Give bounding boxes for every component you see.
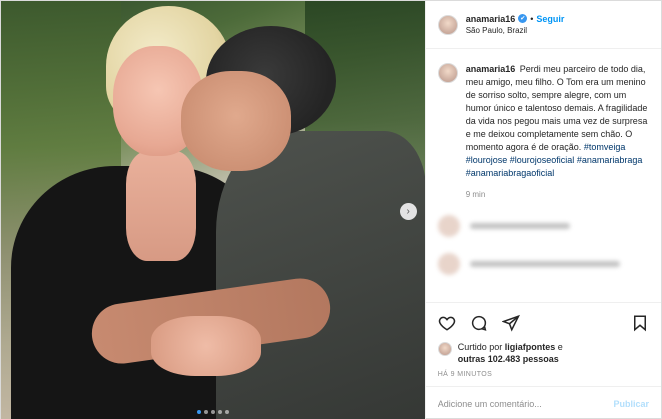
hashtag-link[interactable]: #lourojoseoficial	[510, 155, 575, 165]
blurred-text	[469, 261, 620, 267]
header-row: anamaria16 ✔ • Seguir	[466, 13, 565, 25]
post-photo[interactable]: ›	[1, 1, 425, 419]
separator: •	[530, 13, 534, 24]
carousel-dot	[224, 410, 229, 414]
heart-icon[interactable]	[438, 314, 456, 332]
post-caption: anamaria16 Perdi meu parceiro de todo di…	[437, 63, 649, 180]
next-photo-button[interactable]: ›	[399, 203, 417, 220]
avatar	[437, 215, 460, 237]
avatar[interactable]	[437, 342, 452, 356]
liked-by: Curtido por ligiafpontes e outras 102.48…	[437, 341, 649, 365]
bookmark-icon[interactable]	[631, 314, 649, 332]
username-link[interactable]: anamaria16	[466, 13, 516, 25]
comment-icon[interactable]	[470, 314, 488, 332]
liked-user-link[interactable]: ligiafpontes	[505, 342, 556, 352]
comment-input[interactable]	[437, 398, 614, 409]
chevron-right-icon: ›	[406, 206, 410, 217]
hashtag-link[interactable]: #anamariabragaoficial	[466, 168, 555, 178]
blurred-comment	[437, 253, 649, 275]
post-header: anamaria16 ✔ • Seguir São Paulo, Brazil	[425, 1, 661, 49]
avatar[interactable]	[437, 14, 458, 35]
location-link[interactable]: São Paulo, Brazil	[466, 25, 565, 37]
header-text: anamaria16 ✔ • Seguir São Paulo, Brazil	[466, 13, 565, 37]
share-icon[interactable]	[501, 314, 520, 332]
blurred-comment	[437, 215, 649, 237]
carousel-dots	[1, 410, 425, 414]
follow-button[interactable]: Seguir	[536, 13, 564, 25]
blurred-text	[469, 223, 570, 229]
avatar[interactable]	[437, 63, 458, 83]
hashtag-link[interactable]: #anamariabraga	[577, 155, 643, 165]
post-age[interactable]: HÁ 9 MINUTOS	[438, 371, 649, 378]
avatar	[437, 253, 460, 275]
man-face	[181, 71, 291, 171]
liked-by-text: Curtido por ligiafpontes e outras 102.48…	[458, 341, 563, 365]
carousel-dot	[196, 410, 201, 414]
action-icons	[438, 311, 649, 335]
clasped-hands	[151, 316, 261, 376]
caption-body: Perdi meu parceiro de todo dia, meu amig…	[465, 64, 648, 152]
caption-username[interactable]: anamaria16	[466, 64, 516, 74]
post-actions: Curtido por ligiafpontes e outras 102.48…	[425, 302, 661, 386]
liked-prefix: Curtido por	[457, 342, 503, 352]
caption-text: anamaria16 Perdi meu parceiro de todo di…	[466, 63, 649, 180]
instagram-post: › anamaria16 ✔ • Seguir São Paulo, Brazi…	[0, 0, 662, 419]
liked-others-link[interactable]: outras 102.483 pessoas	[458, 354, 559, 364]
woman-neck	[126, 151, 196, 261]
man-body	[216, 131, 425, 419]
hashtag-link[interactable]: #lourojose	[466, 155, 508, 165]
carousel-dot	[203, 410, 208, 414]
hashtag-link[interactable]: #tomveiga	[584, 142, 626, 152]
add-comment-bar: Publicar	[425, 386, 661, 419]
post-side-panel: anamaria16 ✔ • Seguir São Paulo, Brazil …	[424, 1, 661, 419]
comments-section: anamaria16 Perdi meu parceiro de todo di…	[426, 49, 661, 302]
liked-and: e	[557, 342, 563, 352]
caption-time: 9 min	[465, 190, 486, 199]
verified-badge-icon: ✔	[518, 14, 528, 23]
publish-button[interactable]: Publicar	[613, 399, 649, 409]
carousel-dot	[210, 410, 215, 414]
carousel-dot	[217, 410, 222, 414]
